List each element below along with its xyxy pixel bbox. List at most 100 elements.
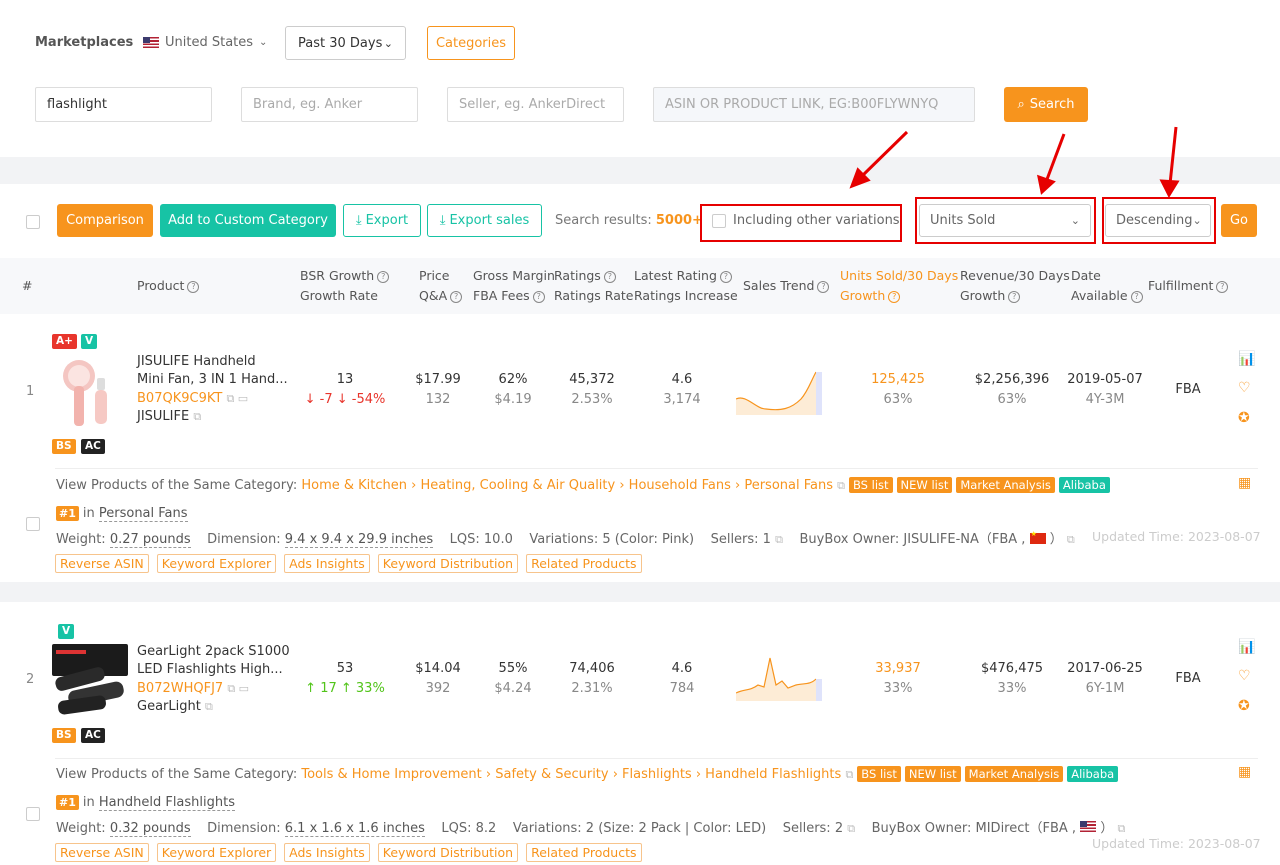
margin-cell: 62% $4.19	[494, 372, 532, 407]
new-list-tag[interactable]: NEW list	[896, 477, 953, 493]
col-bsr[interactable]: BSR Growth? Growth Rate	[300, 266, 390, 306]
bsr-rank: #1 in Handheld Flashlights	[56, 795, 235, 811]
col-revenue[interactable]: Revenue/30 Days Growth?	[960, 266, 1070, 306]
col-index: #	[22, 278, 33, 293]
keyword-explorer-link[interactable]: Keyword Explorer	[156, 843, 277, 862]
aplus-badge: A+	[52, 334, 77, 349]
product-title[interactable]: JISULIFE Handheld Mini Fan, 3 IN 1 Hand..…	[137, 353, 288, 389]
col-ratings[interactable]: Ratings? Ratings Rate	[554, 266, 633, 306]
table-header: # Product? BSR Growth? Growth Rate Price Q…	[0, 258, 1280, 314]
reverse-asin-link[interactable]: Reverse ASIN	[55, 554, 149, 573]
ratings-cell: 45,372 2.53%	[569, 372, 615, 407]
row-separator	[0, 582, 1280, 602]
updated-time: Updated Time: 2023-08-07	[1092, 836, 1261, 851]
col-gross-margin[interactable]: Gross Margin FBA Fees?	[473, 266, 555, 306]
tool-links: Reverse ASIN Keyword Explorer Ads Insights…	[55, 554, 642, 573]
help-icon: ?	[377, 271, 390, 283]
col-units-sold[interactable]: Units Sold/30 Days Growth?	[840, 266, 958, 306]
help-icon: ?	[719, 271, 732, 283]
external-link-icon: ⧉ ▭	[227, 682, 250, 695]
asin-link[interactable]: B072WHQFJ7 ⧉ ▭	[137, 681, 249, 696]
us-flag-icon	[1080, 821, 1097, 832]
brand-link[interactable]: GearLight ⧉	[137, 699, 213, 714]
target-icon[interactable]: ✪	[1238, 410, 1250, 426]
variation-badge: V	[81, 334, 98, 349]
help-icon: ?	[1008, 291, 1021, 303]
col-date[interactable]: Date Available?	[1071, 266, 1143, 306]
sales-trend-sparkline[interactable]	[736, 369, 824, 415]
calculator-icon[interactable]: ▦	[1238, 764, 1251, 780]
favorite-icon[interactable]: ♡	[1238, 380, 1251, 396]
keyword-distribution-link[interactable]: Keyword Distribution	[377, 554, 519, 573]
row-checkbox[interactable]	[26, 807, 40, 821]
ratings-cell: 74,406 2.31%	[569, 661, 615, 696]
cn-flag-icon	[1029, 530, 1046, 544]
updated-time: Updated Time: 2023-08-07	[1092, 529, 1261, 544]
alibaba-tag[interactable]: Alibaba	[1067, 766, 1119, 782]
calculator-icon[interactable]: ▦	[1238, 475, 1251, 491]
latest-rating-cell: 4.6 784	[669, 661, 695, 696]
units-sold-cell: 33,937 33%	[875, 661, 921, 696]
price-cell: $17.99 132	[415, 372, 461, 407]
bestseller-badge: BS	[52, 439, 76, 454]
divider	[55, 758, 1258, 759]
help-icon: ?	[603, 271, 616, 283]
target-icon[interactable]: ✪	[1238, 698, 1250, 714]
favorite-icon[interactable]: ♡	[1238, 668, 1251, 684]
revenue-cell: $476,475 33%	[980, 661, 1044, 696]
category-line: View Products of the Same Category: Tool…	[56, 766, 1119, 782]
price-cell: $14.04 392	[415, 661, 461, 696]
product-details: Weight: 0.27 pounds Dimension: 9.4 x 9.4…	[56, 528, 1075, 548]
reverse-asin-link[interactable]: Reverse ASIN	[55, 843, 149, 862]
category-line: View Products of the Same Category: Home…	[56, 477, 1110, 493]
related-products-link[interactable]: Related Products	[526, 843, 642, 862]
category-path-link[interactable]: Home & Kitchen › Heating, Cooling & Air …	[301, 478, 833, 493]
product-image[interactable]	[50, 642, 130, 720]
help-icon: ?	[888, 291, 901, 303]
product-image[interactable]	[55, 354, 125, 432]
col-product[interactable]: Product?	[137, 276, 200, 296]
date-cell: 2017-06-25 6Y-1M	[1067, 661, 1143, 696]
table-row: 2 V BS AC GearLight 2pack S1000 LED Flash…	[0, 602, 1280, 865]
asin-link[interactable]: B07QK9C9KT ⧉ ▭	[137, 391, 248, 406]
bs-list-tag[interactable]: BS list	[857, 766, 901, 782]
bs-list-tag[interactable]: BS list	[849, 477, 893, 493]
bsr-cell: 13 ↓ -7 ↓ -54%	[304, 372, 386, 407]
margin-cell: 55% $4.24	[494, 661, 532, 696]
external-link-icon: ⧉ ▭	[226, 392, 249, 405]
market-analysis-tag[interactable]: Market Analysis	[964, 766, 1064, 782]
col-fulfillment[interactable]: Fulfillment?	[1148, 276, 1229, 296]
revenue-cell: $2,256,396 63%	[974, 372, 1050, 407]
latest-rating-cell: 4.6 3,174	[663, 372, 701, 407]
category-path-link[interactable]: Tools & Home Improvement › Safety & Secu…	[301, 767, 841, 782]
new-list-tag[interactable]: NEW list	[904, 766, 961, 782]
keyword-explorer-link[interactable]: Keyword Explorer	[156, 554, 277, 573]
help-icon: ?	[187, 281, 200, 293]
market-analysis-tag[interactable]: Market Analysis	[956, 477, 1055, 493]
col-sales-trend[interactable]: Sales Trend?	[743, 276, 830, 296]
chart-icon[interactable]: 📊	[1238, 639, 1255, 655]
variation-badge: V	[58, 624, 75, 639]
col-price[interactable]: Price Q&A?	[419, 266, 463, 306]
brand-link[interactable]: JISULIFE ⧉	[137, 409, 201, 424]
keyword-distribution-link[interactable]: Keyword Distribution	[377, 843, 519, 862]
divider	[55, 468, 1258, 469]
product-title[interactable]: GearLight 2pack S1000 LED Flashlights Hig…	[137, 643, 290, 679]
row-index: 2	[26, 672, 35, 687]
help-icon: ?	[1216, 281, 1229, 293]
help-icon: ?	[450, 291, 463, 303]
row-checkbox[interactable]	[26, 517, 40, 531]
table-row: 1 A+ V BS AC JISULIFE Handheld Mini Fan, …	[0, 314, 1280, 582]
bestseller-badge: BS	[52, 728, 76, 743]
bsr-rank: #1 in Personal Fans	[56, 506, 188, 522]
help-icon: ?	[532, 291, 545, 303]
amazon-choice-badge: AC	[81, 439, 105, 454]
ads-insights-link[interactable]: Ads Insights	[284, 554, 370, 573]
alibaba-tag[interactable]: Alibaba	[1058, 477, 1110, 493]
ads-insights-link[interactable]: Ads Insights	[284, 843, 370, 862]
related-products-link[interactable]: Related Products	[526, 554, 642, 573]
date-cell: 2019-05-07 4Y-3M	[1067, 372, 1143, 407]
sales-trend-sparkline[interactable]	[736, 655, 824, 701]
chart-icon[interactable]: 📊	[1238, 351, 1255, 367]
col-latest-rating[interactable]: Latest Rating? Ratings Increase	[634, 266, 738, 306]
